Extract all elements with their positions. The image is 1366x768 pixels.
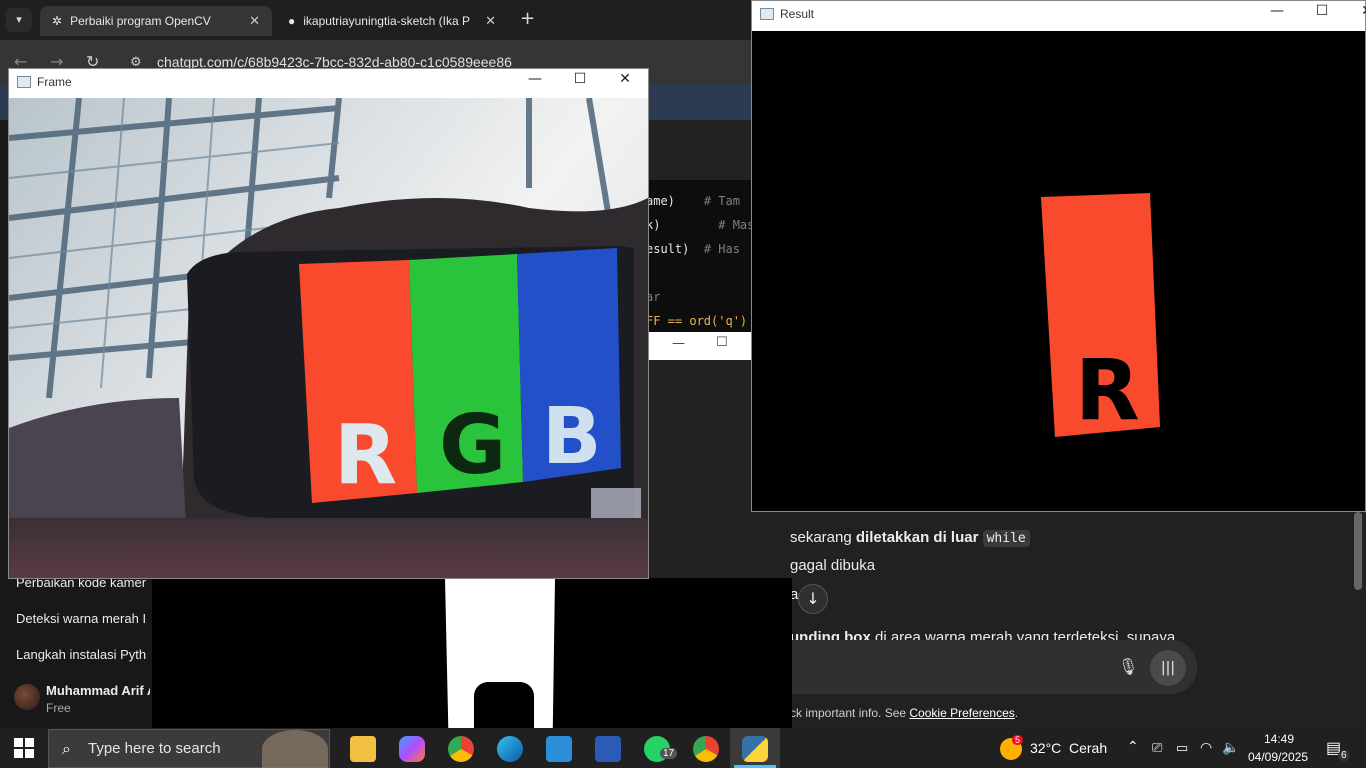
- word-icon[interactable]: [595, 736, 621, 762]
- close-tab-icon[interactable]: ✕: [249, 13, 260, 29]
- code-text: esult): [646, 242, 690, 256]
- mask-letter-hole: [474, 682, 534, 728]
- user-plan: Free: [46, 701, 71, 715]
- letter-g: G: [439, 398, 506, 493]
- code-line: esult) # Has: [646, 242, 740, 256]
- avatar[interactable]: [14, 684, 40, 710]
- weather-condition[interactable]: Cerah: [1069, 740, 1107, 756]
- scroll-down-button[interactable]: ↓: [798, 584, 828, 614]
- minimize-icon[interactable]: —: [512, 71, 558, 87]
- python-icon[interactable]: [742, 736, 768, 762]
- chrome-icon[interactable]: [448, 736, 474, 762]
- new-tab-button[interactable]: +: [520, 8, 535, 29]
- frame-window[interactable]: Frame — ☐ ✕ R G B: [8, 68, 649, 579]
- disclaimer-footnote: ck important info. See Cookie Preference…: [790, 706, 1018, 720]
- clock-date[interactable]: 04/09/2025: [1248, 750, 1308, 764]
- maximize-icon[interactable]: ☐: [557, 71, 603, 87]
- minimize-icon[interactable]: —: [1254, 3, 1300, 19]
- footnote-text: .: [1014, 706, 1019, 720]
- tab-github[interactable]: ● ikaputriayuningtia-sketch (Ika P ✕: [276, 6, 508, 36]
- github-icon: ●: [288, 14, 296, 28]
- sidebar-item-chat[interactable]: Deteksi warna merah I: [16, 611, 152, 626]
- code-line: FF == ord('q'): [646, 314, 748, 328]
- battery-icon[interactable]: ▭: [1176, 740, 1188, 756]
- speaker-icon[interactable]: 🔈: [1222, 739, 1239, 756]
- code-comment: # Has: [703, 242, 740, 256]
- letter-b: B: [542, 392, 601, 482]
- code-block: ame) # Tam k) # Mas esult) # Has ar FF =…: [640, 180, 754, 335]
- chrome-profile-icon[interactable]: [693, 736, 719, 762]
- vscode-icon[interactable]: [546, 736, 572, 762]
- microphone-icon[interactable]: 🎙: [1118, 657, 1138, 676]
- sidebar-item-chat[interactable]: Langkah instalasi Pyth: [16, 647, 152, 662]
- search-placeholder[interactable]: Type here to search: [88, 740, 221, 757]
- code-text: ame): [646, 194, 675, 208]
- copilot-icon[interactable]: [399, 736, 425, 762]
- windows-start-icon[interactable]: [14, 738, 34, 758]
- close-icon[interactable]: ✕: [1344, 3, 1366, 19]
- voice-mode-button[interactable]: |||: [1150, 650, 1186, 686]
- chevron-up-icon[interactable]: ⌃: [1127, 738, 1139, 755]
- message-bold: diletakkan di luar: [855, 529, 979, 546]
- meet-now-icon[interactable]: ⎚: [1152, 740, 1162, 756]
- message-text: sekarang: [790, 529, 856, 546]
- result-window[interactable]: Result — ☐ ✕ R: [751, 0, 1366, 512]
- chat-message-line: sekarang diletakkan di luar while: [790, 529, 1030, 547]
- clock-time[interactable]: 14:49: [1264, 732, 1294, 746]
- maximize-icon[interactable]: ☐: [716, 335, 728, 350]
- chat-scrollbar[interactable]: [1354, 512, 1362, 590]
- code-comment: # Mas: [718, 218, 755, 232]
- notification-count: 6: [1338, 750, 1350, 761]
- window-title: Result: [780, 7, 815, 21]
- edge-icon[interactable]: [497, 736, 523, 762]
- window-title: Frame: [37, 75, 72, 89]
- window-app-icon: [17, 76, 31, 88]
- close-tab-icon[interactable]: ✕: [485, 13, 496, 29]
- chat-message-line: gagal dibuka: [790, 557, 876, 574]
- code-line: k) # Mas: [646, 218, 754, 232]
- maximize-icon[interactable]: ☐: [1299, 3, 1345, 19]
- footnote-text: ck important info. See: [790, 706, 910, 720]
- tab-title: Perbaiki program OpenCV: [70, 14, 211, 28]
- chatgpt-icon: ✲: [52, 14, 63, 28]
- camera-frame-image: R G B: [9, 98, 648, 578]
- tab-title: ikaputriayuningtia-sketch (Ika P: [303, 14, 470, 28]
- search-highlight-illustration: [262, 730, 328, 768]
- search-icon: ⌕: [62, 739, 71, 758]
- weather-temp[interactable]: 32°C: [1030, 740, 1061, 756]
- tab-search-dropdown-icon[interactable]: ▾: [6, 8, 32, 32]
- letter-r: R: [334, 408, 397, 503]
- wifi-icon[interactable]: ◠: [1200, 739, 1212, 756]
- window-app-icon: [760, 8, 774, 20]
- cookie-preferences-link[interactable]: Cookie Preferences: [909, 706, 1014, 720]
- code-comment: # Tam: [703, 194, 740, 208]
- whatsapp-badge: 17: [660, 748, 678, 759]
- user-name[interactable]: Muhammad Arif A: [46, 683, 150, 698]
- minimize-icon[interactable]: —: [672, 336, 685, 351]
- tab-chatgpt[interactable]: ✲ Perbaiki program OpenCV ✕: [40, 6, 272, 36]
- result-image: R: [752, 31, 1365, 511]
- file-explorer-icon[interactable]: [350, 736, 376, 762]
- weather-badge: 5: [1012, 735, 1024, 745]
- inline-code: while: [982, 530, 1030, 547]
- background-window-titlebar: — ☐: [648, 332, 752, 360]
- letter-r: R: [1075, 341, 1140, 439]
- code-line: ame) # Tam: [646, 194, 740, 208]
- close-icon[interactable]: ✕: [602, 71, 648, 87]
